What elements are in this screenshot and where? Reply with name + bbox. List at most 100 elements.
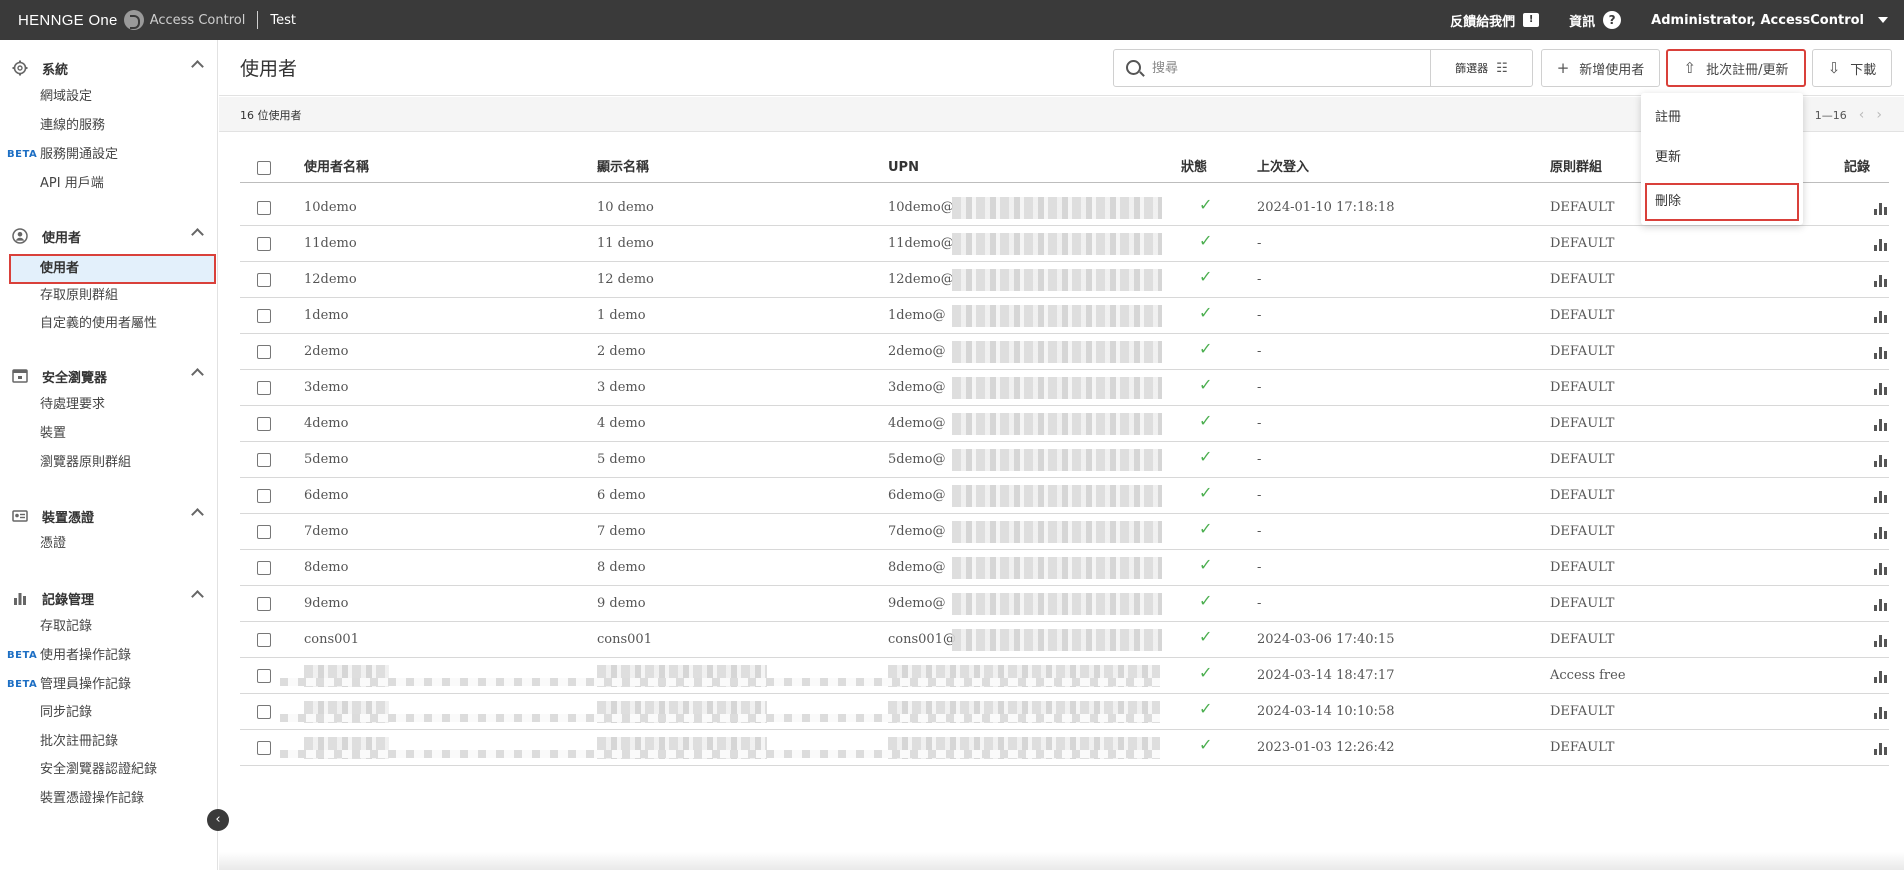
row-checkbox[interactable] (257, 741, 271, 755)
chevron-up-icon[interactable] (191, 508, 204, 521)
sidebar-item-custom-attributes[interactable]: 自定義的使用者屬性 (40, 314, 157, 334)
table-row[interactable]: 9demo 9 demo 9demo@ ✓ - DEFAULT (240, 586, 1889, 622)
search-input[interactable] (1152, 58, 1432, 78)
row-checkbox[interactable] (257, 669, 271, 683)
bar-chart-icon[interactable] (1874, 561, 1888, 575)
sidebar-section-system[interactable]: 系統 (12, 57, 204, 79)
cell-username[interactable]: 11demo (304, 226, 357, 262)
sidebar-item-admin-operation-logs[interactable]: 管理員操作記錄 (40, 675, 131, 695)
bar-chart-icon[interactable] (1874, 597, 1888, 611)
sidebar-item-browser-auth-logs[interactable]: 安全瀏覽器認證紀錄 (40, 760, 157, 780)
table-row[interactable]: ✓ 2023-01-03 12:26:42 DEFAULT (240, 730, 1889, 766)
bulk-register-update-button[interactable]: ⇧ 批次註冊/更新 (1666, 49, 1806, 87)
row-checkbox[interactable] (257, 417, 271, 431)
sidebar-item-devices[interactable]: 裝置 (40, 424, 66, 444)
bar-chart-icon[interactable] (1874, 381, 1888, 395)
cell-username[interactable]: 6demo (304, 478, 348, 514)
cell-username[interactable]: 7demo (304, 514, 348, 550)
brand[interactable]: HENNGE One Access Control Test (18, 10, 296, 30)
bar-chart-icon[interactable] (1874, 489, 1888, 503)
filter-button[interactable]: 篩選器 ☷ (1430, 50, 1532, 86)
row-checkbox[interactable] (257, 273, 271, 287)
menu-item-delete[interactable]: 刪除 (1645, 183, 1799, 221)
add-user-button[interactable]: + 新增使用者 (1541, 49, 1660, 87)
table-row[interactable]: cons001 cons001 cons001@ ✓ 2024-03-06 17:40:… (240, 622, 1889, 658)
cell-username[interactable]: 3demo (304, 370, 348, 406)
sidebar-section-logs[interactable]: 記錄管理 (12, 587, 204, 609)
bar-chart-icon[interactable] (1874, 741, 1888, 755)
row-checkbox[interactable] (257, 309, 271, 323)
row-checkbox[interactable] (257, 633, 271, 647)
bar-chart-icon[interactable] (1874, 345, 1888, 359)
sidebar-item-api-clients[interactable]: API 用戶端 (40, 174, 104, 194)
column-header-status[interactable]: 狀態 (1181, 147, 1207, 183)
menu-item-register[interactable]: 註冊 (1645, 99, 1799, 137)
user-menu[interactable]: Administrator, AccessControl (1651, 13, 1888, 28)
cell-username[interactable]: 10demo (304, 190, 357, 226)
chevron-up-icon[interactable] (191, 368, 204, 381)
cell-username[interactable]: 12demo (304, 262, 357, 298)
menu-item-update[interactable]: 更新 (1645, 139, 1799, 177)
bar-chart-icon[interactable] (1874, 273, 1888, 287)
row-checkbox[interactable] (257, 201, 271, 215)
bar-chart-icon[interactable] (1874, 669, 1888, 683)
sidebar-item-browser-policy-groups[interactable]: 瀏覽器原則群組 (40, 453, 131, 473)
column-header-last-login[interactable]: 上次登入 (1257, 147, 1309, 183)
bar-chart-icon[interactable] (1874, 525, 1888, 539)
cell-username[interactable]: 1demo (304, 298, 348, 334)
row-checkbox[interactable] (257, 705, 271, 719)
download-button[interactable]: ⇩ 下載 (1812, 49, 1892, 87)
sidebar-item-bulk-registration-logs[interactable]: 批次註冊記錄 (40, 732, 118, 752)
table-row[interactable]: ✓ 2024-03-14 18:47:17 Access free (240, 658, 1889, 694)
cell-username[interactable]: 2demo (304, 334, 348, 370)
sidebar-item-user-operation-logs[interactable]: 使用者操作記錄 (40, 646, 131, 666)
column-header-display-name[interactable]: 顯示名稱 (597, 147, 649, 183)
bar-chart-icon[interactable] (1874, 309, 1888, 323)
sidebar-item-certificates[interactable]: 憑證 (40, 534, 66, 554)
cell-username[interactable]: 5demo (304, 442, 348, 478)
bar-chart-icon[interactable] (1874, 417, 1888, 431)
table-row[interactable]: 5demo 5 demo 5demo@ ✓ - DEFAULT (240, 442, 1889, 478)
select-all-checkbox[interactable] (257, 161, 271, 175)
bar-chart-icon[interactable] (1874, 237, 1888, 251)
table-row[interactable]: 3demo 3 demo 3demo@ ✓ - DEFAULT (240, 370, 1889, 406)
cell-username[interactable]: 8demo (304, 550, 348, 586)
column-header-username[interactable]: 使用者名稱 (304, 147, 369, 183)
bar-chart-icon[interactable] (1874, 633, 1888, 647)
table-row[interactable]: 2demo 2 demo 2demo@ ✓ - DEFAULT (240, 334, 1889, 370)
cell-username[interactable]: 9demo (304, 586, 348, 622)
cell-username[interactable]: 4demo (304, 406, 348, 442)
row-checkbox[interactable] (257, 381, 271, 395)
sidebar-section-device-certificates[interactable]: 裝置憑證 (12, 505, 204, 527)
chevron-up-icon[interactable] (191, 228, 204, 241)
chevron-up-icon[interactable] (191, 590, 204, 603)
sidebar-section-users[interactable]: 使用者 (12, 225, 204, 247)
row-checkbox[interactable] (257, 489, 271, 503)
table-row[interactable]: 7demo 7 demo 7demo@ ✓ - DEFAULT (240, 514, 1889, 550)
row-checkbox[interactable] (257, 453, 271, 467)
row-checkbox[interactable] (257, 237, 271, 251)
row-checkbox[interactable] (257, 525, 271, 539)
table-row[interactable]: 4demo 4 demo 4demo@ ✓ - DEFAULT (240, 406, 1889, 442)
row-checkbox[interactable] (257, 597, 271, 611)
sidebar-item-sync-logs[interactable]: 同步記錄 (40, 703, 92, 723)
row-checkbox[interactable] (257, 561, 271, 575)
row-checkbox[interactable] (257, 345, 271, 359)
sidebar-item-users[interactable]: 使用者 (9, 254, 216, 284)
table-row[interactable]: 11demo 11 demo 11demo@ ✓ - DEFAULT (240, 226, 1889, 262)
sidebar-item-domain-settings[interactable]: 網域設定 (40, 87, 92, 107)
sidebar-item-access-logs[interactable]: 存取記錄 (40, 617, 92, 637)
column-header-upn[interactable]: UPN (888, 147, 919, 183)
chevron-up-icon[interactable] (191, 60, 204, 73)
sidebar-item-device-cert-logs[interactable]: 裝置憑證操作記錄 (40, 789, 144, 809)
prev-page-icon[interactable]: ‹ (1859, 107, 1865, 123)
table-row[interactable]: ✓ 2024-03-14 10:10:58 DEFAULT (240, 694, 1889, 730)
next-page-icon[interactable]: › (1876, 107, 1882, 123)
table-row[interactable]: 8demo 8 demo 8demo@ ✓ - DEFAULT (240, 550, 1889, 586)
feedback-link[interactable]: 反饋給我們 ! (1450, 11, 1540, 30)
sidebar-item-access-policy-groups[interactable]: 存取原則群組 (40, 286, 118, 306)
bar-chart-icon[interactable] (1874, 705, 1888, 719)
sidebar-item-pending-requests[interactable]: 待處理要求 (40, 395, 105, 415)
sidebar-item-provisioning[interactable]: 服務開通設定 (40, 145, 118, 165)
info-link[interactable]: 資訊 ? (1569, 11, 1622, 30)
